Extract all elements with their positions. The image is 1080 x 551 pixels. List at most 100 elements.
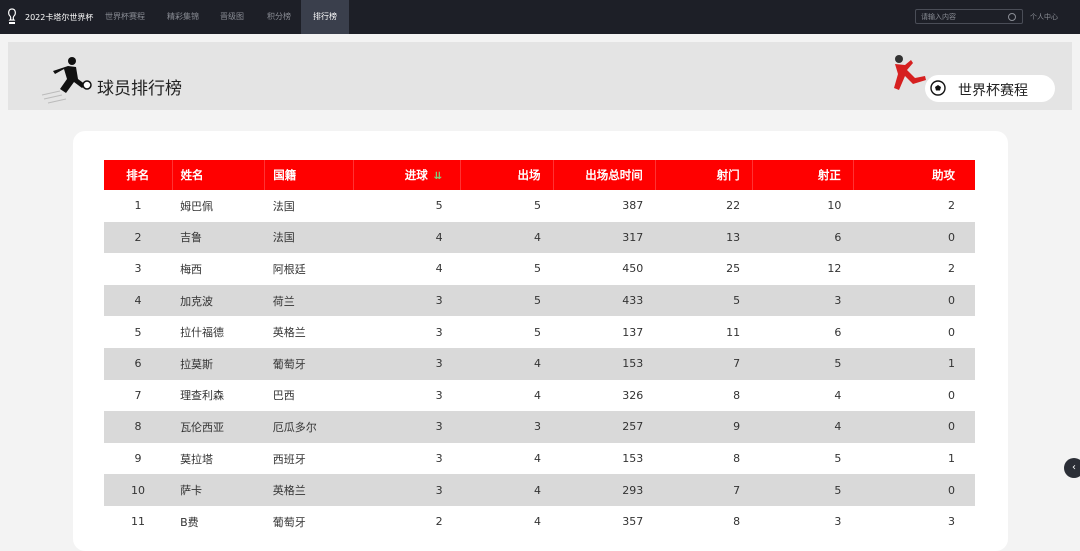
cell-nationality: 葡萄牙 <box>272 515 306 529</box>
trophy-icon[interactable] <box>6 8 18 26</box>
cell-name: B费 <box>180 515 199 529</box>
cell-shots: 5 <box>655 284 753 317</box>
cell-appearances: 5 <box>460 284 554 317</box>
cell-name: 拉莫斯 <box>172 347 265 380</box>
cell-nationality: 厄瓜多尔 <box>264 411 354 443</box>
cell-appearances: 3 <box>460 411 554 443</box>
nav-item-rankings[interactable]: 排行榜 <box>301 0 349 34</box>
cell-rank: 4 <box>104 284 173 317</box>
table-header-row: 排名 姓名 国籍 进球 ⇊ 出场 出场总时间 射门 射正 助攻 <box>104 160 975 190</box>
nav-item-schedule[interactable]: 世界杯赛程 <box>105 0 145 34</box>
soccer-player-icon <box>41 57 92 104</box>
cell-assists: 1 <box>948 452 955 466</box>
cell-minutes: 326 <box>622 388 644 402</box>
table-row[interactable]: 4 加克波 荷兰 3 5 433 5 3 0 <box>104 284 975 317</box>
cell-rank: 2 <box>104 221 173 254</box>
cell-shots-on-target: 6 <box>752 221 854 254</box>
cell-goals: 2 <box>435 515 443 529</box>
table-row[interactable]: 5 拉什福德 英格兰 3 5 137 11 6 0 <box>104 316 975 348</box>
cell-shots: 7 <box>655 474 753 506</box>
cell-goals: 4 <box>353 221 461 254</box>
cell-nationality: 葡萄牙 <box>264 347 354 380</box>
cell-rank: 11 <box>131 515 146 529</box>
cell-nationality: 西班牙 <box>272 452 306 466</box>
cell-goals: 4 <box>435 262 443 276</box>
cell-shots: 13 <box>655 221 753 254</box>
cell-nationality: 巴西 <box>272 389 295 403</box>
cell-minutes: 357 <box>622 515 644 529</box>
cell-shots-on-target: 5 <box>752 474 854 506</box>
cell-assists: 1 <box>853 347 975 380</box>
nav-item-standings[interactable]: 积分榜 <box>267 0 291 34</box>
table-row[interactable]: 3 梅西 阿根廷 4 5 450 25 12 2 <box>104 253 975 285</box>
table-row[interactable]: 7 理查利森 巴西 3 4 326 8 4 0 <box>104 380 975 412</box>
cell-shots: 8 <box>733 515 741 529</box>
table-row[interactable]: 11 B费 葡萄牙 2 4 357 8 3 3 <box>104 506 975 538</box>
cell-goals: 3 <box>353 474 461 506</box>
col-header-shots-on-target[interactable]: 射正 <box>752 160 854 190</box>
search-icon[interactable] <box>1008 13 1016 21</box>
search-input[interactable]: 请输入内容 <box>915 9 1023 24</box>
cell-shots-on-target: 12 <box>827 262 842 276</box>
nav-item-bracket[interactable]: 晋级图 <box>220 0 244 34</box>
col-header-appearances[interactable]: 出场 <box>460 160 554 190</box>
cell-appearances: 4 <box>534 388 542 402</box>
cell-goals: 3 <box>353 411 461 443</box>
cell-nationality: 法国 <box>264 221 354 254</box>
nav-item-highlights[interactable]: 精彩集锦 <box>167 0 199 34</box>
col-header-nationality[interactable]: 国籍 <box>264 160 354 190</box>
cell-name: 姆巴佩 <box>180 199 214 213</box>
col-header-assists[interactable]: 助攻 <box>853 160 975 190</box>
cell-shots: 9 <box>655 411 753 443</box>
cell-assists: 3 <box>948 515 955 529</box>
cell-nationality: 英格兰 <box>264 474 354 506</box>
top-nav: 2022卡塔尔世界杯 世界杯赛程 精彩集锦 晋级图 积分榜 排行榜 请输入内容 … <box>0 0 1080 34</box>
col-header-rank[interactable]: 排名 <box>104 160 173 190</box>
cell-rank: 1 <box>134 199 142 213</box>
cell-shots-on-target: 10 <box>827 199 842 213</box>
cell-goals: 3 <box>353 284 461 317</box>
table-row[interactable]: 1 姆巴佩 法国 5 5 387 22 10 2 <box>104 190 975 222</box>
schedule-button-label[interactable]: 世界杯赛程 <box>958 80 1028 100</box>
cell-shots-on-target: 4 <box>834 388 842 402</box>
cell-minutes: 257 <box>553 411 656 443</box>
cell-minutes: 153 <box>553 347 656 380</box>
cell-name: 加克波 <box>172 284 265 317</box>
cell-rank: 9 <box>134 452 142 466</box>
col-header-name[interactable]: 姓名 <box>172 160 266 190</box>
table-row[interactable]: 10 萨卡 英格兰 3 4 293 7 5 0 <box>104 474 975 506</box>
cell-name: 萨卡 <box>172 474 265 506</box>
cell-assists: 2 <box>948 199 955 213</box>
cell-assists: 0 <box>853 474 975 506</box>
cell-rank: 8 <box>104 411 173 443</box>
cell-shots: 11 <box>726 325 741 339</box>
brand-title[interactable]: 2022卡塔尔世界杯 <box>25 12 93 23</box>
player-rankings-table: 排名 姓名 国籍 进球 ⇊ 出场 出场总时间 射门 射正 助攻 1 姆巴佩 法国 5 5 3… <box>104 160 975 538</box>
page-title: 球员排行榜 <box>97 79 182 99</box>
chevron-left-icon[interactable]: ‹ <box>1064 458 1080 478</box>
cell-nationality: 荷兰 <box>264 284 354 317</box>
cell-name: 梅西 <box>180 262 203 276</box>
table-row[interactable]: 8 瓦伦西亚 厄瓜多尔 3 3 257 9 4 0 <box>104 411 975 443</box>
cell-minutes: 317 <box>553 221 656 254</box>
cell-goals: 5 <box>435 199 443 213</box>
cell-rank: 7 <box>134 388 142 402</box>
col-header-minutes[interactable]: 出场总时间 <box>553 160 656 190</box>
cell-shots-on-target: 5 <box>834 452 842 466</box>
col-header-goals[interactable]: 进球 ⇊ <box>353 160 462 190</box>
cell-shots-on-target: 3 <box>834 515 842 529</box>
user-center-link[interactable]: 个人中心 <box>1030 12 1058 22</box>
sort-desc-icon[interactable]: ⇊ <box>434 171 442 182</box>
table-row[interactable]: 9 莫拉塔 西班牙 3 4 153 8 5 1 <box>104 443 975 475</box>
cell-minutes: 433 <box>553 284 656 317</box>
cell-assists: 2 <box>948 262 955 276</box>
cell-rank: 5 <box>134 325 142 339</box>
cell-nationality: 法国 <box>272 199 295 213</box>
cell-nationality: 阿根廷 <box>272 262 306 276</box>
col-header-shots[interactable]: 射门 <box>655 160 753 190</box>
table-row[interactable]: 2 吉鲁 法国 4 4 317 13 6 0 <box>104 221 975 254</box>
cell-appearances: 4 <box>460 221 554 254</box>
cell-assists: 0 <box>948 388 955 402</box>
table-body: 1 姆巴佩 法国 5 5 387 22 10 2 2 吉鲁 法国 4 4 317 13 6 0 3 梅西 阿根廷 4 5 45… <box>104 190 975 538</box>
table-row[interactable]: 6 拉莫斯 葡萄牙 3 4 153 7 5 1 <box>104 347 975 380</box>
